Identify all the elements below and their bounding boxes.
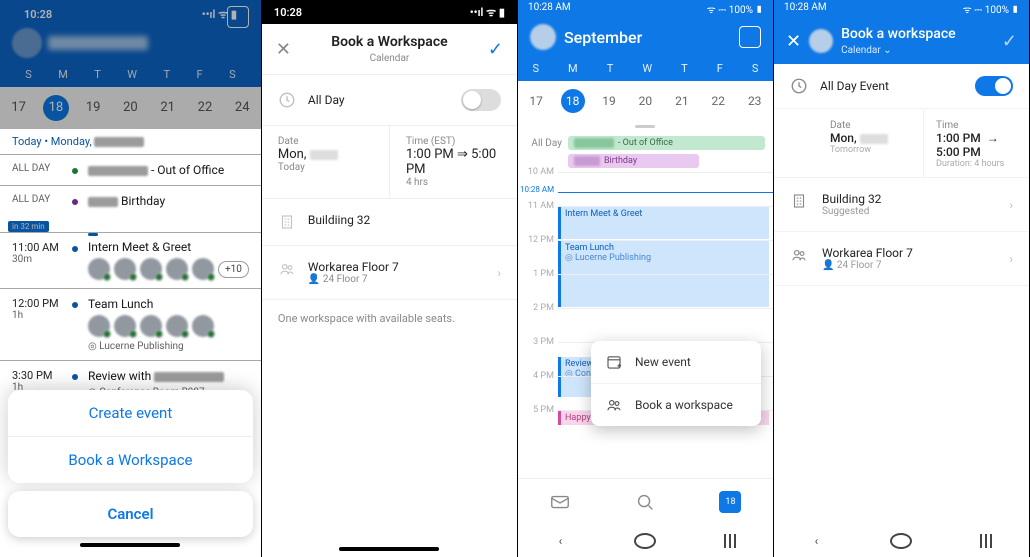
avatar[interactable]: [530, 24, 556, 50]
status-icons: ᯤ ⎓ 100% ▮: [707, 2, 763, 16]
chevron-right-icon: ›: [1009, 198, 1013, 212]
month-title[interactable]: September: [564, 28, 731, 47]
sys-recents[interactable]: [975, 533, 997, 549]
clock-icon: [790, 77, 808, 95]
status-bar: 10:28 ••ıl ᯤ ▮: [12, 2, 249, 26]
now-pill: in 32 min: [8, 221, 49, 232]
allday-row[interactable]: All Day Event: [774, 64, 1029, 109]
date-cell[interactable]: Date Mon, Tomorrow: [818, 109, 924, 177]
status-time: 10:28: [24, 8, 52, 21]
status-bar: 10:28 ••ıl ᯤ ▮: [262, 0, 517, 24]
confirm-icon[interactable]: ✓: [488, 39, 503, 60]
allday-row-1[interactable]: ALL DAY - Out of Office: [0, 154, 261, 185]
building-row[interactable]: Buildiing 32: [262, 199, 517, 246]
status-bar: 10:28 AM ᯤ ⎓ 100% ▮: [518, 0, 773, 18]
attendee-avatars: +10: [88, 258, 249, 280]
sheet-create-event[interactable]: Create event: [8, 390, 253, 436]
menu-new-event[interactable]: New event: [591, 341, 761, 383]
close-icon[interactable]: ✕: [786, 31, 801, 52]
time-cell[interactable]: Time (EST) 1:00 PM ⇒ 5:00 PM 4 hrs: [390, 126, 517, 198]
status-icons: ••ıl ᯤ ▮: [470, 5, 505, 20]
home-indicator: [80, 543, 180, 547]
status-icons: ᯤ ⎓ 100% ▮: [963, 2, 1019, 16]
people-icon: [790, 246, 808, 264]
dot-icon: [72, 199, 78, 205]
workarea-row[interactable]: Workarea Floor 7 👤 24 Floor 7 ›: [262, 246, 517, 300]
weekday-header: SMTWTFS: [518, 56, 773, 81]
allday-row-2[interactable]: ALL DAY Birthday: [0, 185, 261, 216]
people-icon: [278, 260, 296, 278]
today-label: Today • Monday,: [0, 129, 261, 154]
status-time: 10:28: [274, 6, 302, 19]
confirm-icon[interactable]: ✓: [1002, 31, 1017, 52]
date-cell[interactable]: Date Mon, Today: [262, 126, 390, 198]
action-sheet: Create event Book a Workspace Cancel: [8, 390, 253, 553]
chevron-right-icon: ›: [1009, 252, 1013, 266]
building-icon: [278, 213, 296, 231]
calendar-plus-icon: [605, 353, 623, 371]
weekday-header: SMTWTFS: [12, 68, 249, 81]
date-strip[interactable]: 17 18 19 20 21 22 23: [518, 81, 773, 121]
sys-back[interactable]: ‹: [549, 533, 571, 549]
event-lunch[interactable]: 12:00 PM1h Team Lunch ◎ Lucerne Publishi…: [0, 288, 261, 360]
workarea-row[interactable]: Workarea Floor 7 👤 24 Floor 7 ›: [774, 232, 1029, 286]
page-title-blur: [48, 36, 148, 50]
now-indicator: [88, 233, 98, 236]
date-strip[interactable]: 17 18 19 20 21 22 24: [0, 87, 261, 129]
dot-icon: [72, 302, 78, 308]
building-row[interactable]: Building 32 Suggested ›: [774, 178, 1029, 232]
sys-recents[interactable]: [719, 533, 741, 549]
home-indicator: [339, 547, 439, 551]
allday-toggle[interactable]: [975, 76, 1013, 96]
avatar[interactable]: [12, 28, 42, 58]
dot-icon: [72, 246, 78, 252]
building-icon: [790, 192, 808, 210]
event-intern[interactable]: Intern Meet & Greet: [558, 207, 769, 239]
agenda-view-icon[interactable]: [227, 6, 249, 28]
footer-hint: One workspace with available seats.: [262, 300, 517, 337]
allday-row[interactable]: All Day - Out of Office: [518, 132, 773, 154]
clock-icon: [278, 91, 296, 109]
sheet-cancel[interactable]: Cancel: [8, 491, 253, 537]
now-line: [558, 192, 773, 193]
sheet-book-workspace[interactable]: Book a Workspace: [8, 436, 253, 483]
sys-home[interactable]: [634, 533, 656, 549]
nav-search[interactable]: [632, 489, 658, 515]
attendee-avatars: [88, 315, 249, 337]
nav-mail[interactable]: [547, 489, 573, 515]
chevron-right-icon: ›: [497, 266, 501, 280]
event-intern[interactable]: 11:00 AM30m Intern Meet & Greet +10: [0, 232, 261, 288]
sys-home[interactable]: [890, 533, 912, 549]
bottom-nav: 18: [518, 478, 773, 525]
agenda-view-icon[interactable]: [739, 26, 761, 48]
time-cell[interactable]: Time 1:00 PM → 5:00 PM Duration: 4 hours: [924, 109, 1029, 177]
dot-icon: [72, 168, 78, 174]
allday-toggle[interactable]: [461, 89, 501, 111]
page-title: Book a workspace Calendar ⌄: [841, 26, 956, 56]
system-nav: ‹: [774, 525, 1029, 557]
system-nav: ‹: [518, 525, 773, 557]
menu-book-workspace[interactable]: Book a workspace: [591, 383, 761, 426]
page-title: Book a Workspace Calendar: [331, 34, 447, 64]
sys-back[interactable]: ‹: [805, 533, 827, 549]
allday-row[interactable]: All Day: [262, 75, 517, 126]
now-label: 10:28 AM: [520, 185, 554, 194]
create-menu: New event Book a workspace: [591, 341, 761, 426]
people-icon: [605, 396, 623, 414]
dot-icon: [72, 374, 78, 380]
nav-calendar[interactable]: 18: [717, 489, 743, 515]
avatar[interactable]: [809, 29, 833, 53]
close-icon[interactable]: ✕: [276, 39, 291, 60]
status-bar: 10:28 AM ᯤ ⎓ 100% ▮: [774, 0, 1029, 18]
